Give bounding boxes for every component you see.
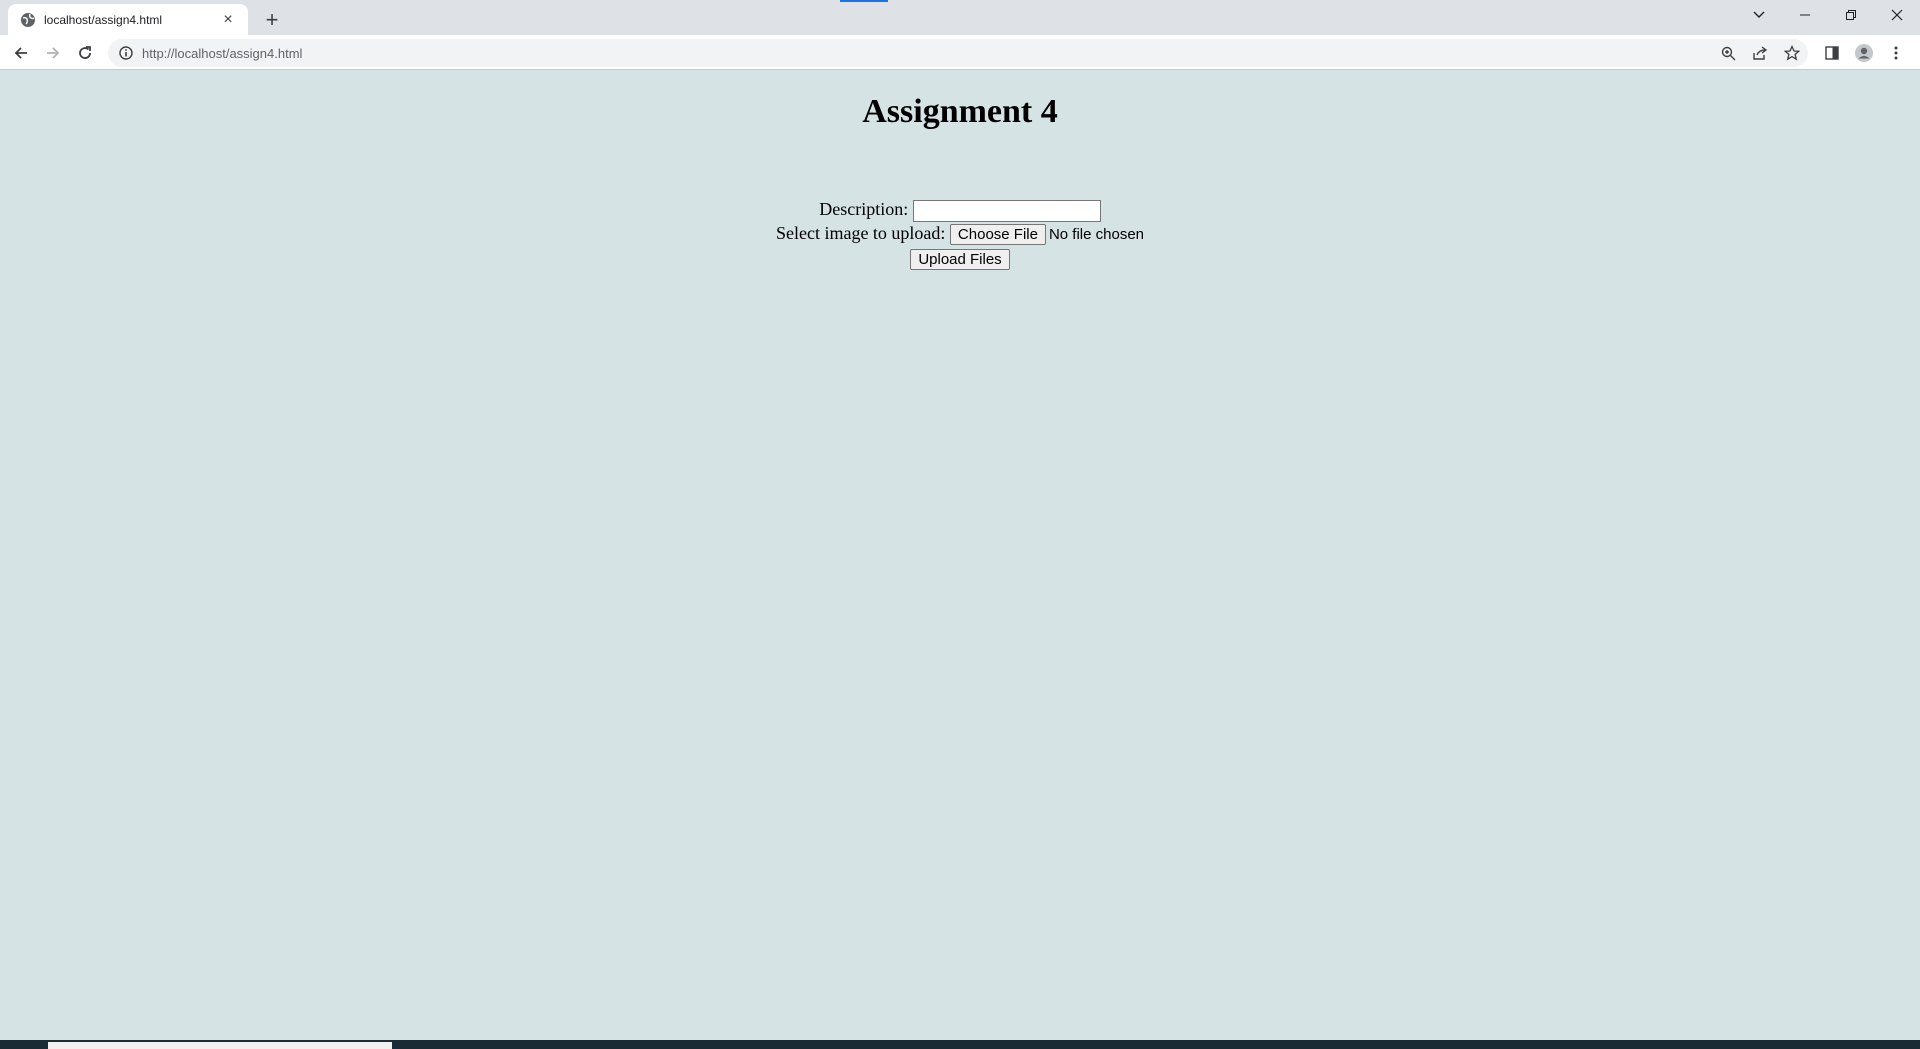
submit-row: Upload Files — [0, 246, 1920, 270]
description-row: Description: — [0, 198, 1920, 222]
info-icon[interactable] — [118, 45, 134, 61]
no-file-status: No file chosen — [1048, 226, 1145, 244]
os-taskbar — [0, 1040, 1920, 1049]
globe-icon — [20, 12, 36, 28]
close-icon[interactable]: × — [218, 10, 238, 30]
share-icon[interactable] — [1744, 39, 1776, 67]
upload-files-button[interactable]: Upload Files — [910, 248, 1010, 270]
tab-title: localhost/assign4.html — [44, 12, 163, 27]
file-row: Select image to upload: Choose File No fi… — [0, 222, 1920, 246]
page-title: Assignment 4 — [862, 93, 1058, 130]
minimize-icon[interactable] — [1782, 0, 1828, 30]
reload-icon[interactable] — [71, 39, 99, 67]
page-content: Assignment 4 Description: Select image t… — [0, 71, 1920, 1040]
chevron-down-icon[interactable] — [1736, 0, 1782, 30]
window-controls — [1736, 0, 1920, 30]
tab-strip: localhost/assign4.html × + — [0, 0, 1920, 35]
back-arrow-icon[interactable] — [7, 39, 35, 67]
taskbar-search-box[interactable] — [48, 1042, 392, 1049]
tab-search-indicator — [840, 0, 888, 2]
description-input[interactable] — [912, 199, 1101, 222]
zoom-icon[interactable] — [1712, 39, 1744, 67]
url-text[interactable]: http://localhost/assign4.html — [142, 46, 302, 61]
star-icon[interactable] — [1776, 39, 1808, 67]
browser-toolbar: http://localhost/assign4.html — [0, 35, 1920, 70]
profile-icon[interactable] — [1848, 39, 1880, 67]
address-bar[interactable]: http://localhost/assign4.html — [108, 39, 1808, 67]
plus-icon[interactable]: + — [258, 6, 286, 34]
select-image-label: Select image to upload: — [775, 222, 946, 243]
side-panel-icon[interactable] — [1816, 39, 1848, 67]
more-menu-icon[interactable] — [1880, 39, 1912, 67]
browser-tab[interactable]: localhost/assign4.html × — [8, 4, 248, 35]
upload-form: Description: Select image to upload: Cho… — [0, 198, 1920, 270]
description-label: Description: — [819, 199, 909, 219]
forward-arrow-icon[interactable] — [39, 39, 67, 67]
choose-file-button[interactable]: Choose File — [949, 224, 1046, 246]
window-close-icon[interactable] — [1874, 0, 1920, 30]
restore-icon[interactable] — [1828, 0, 1874, 30]
